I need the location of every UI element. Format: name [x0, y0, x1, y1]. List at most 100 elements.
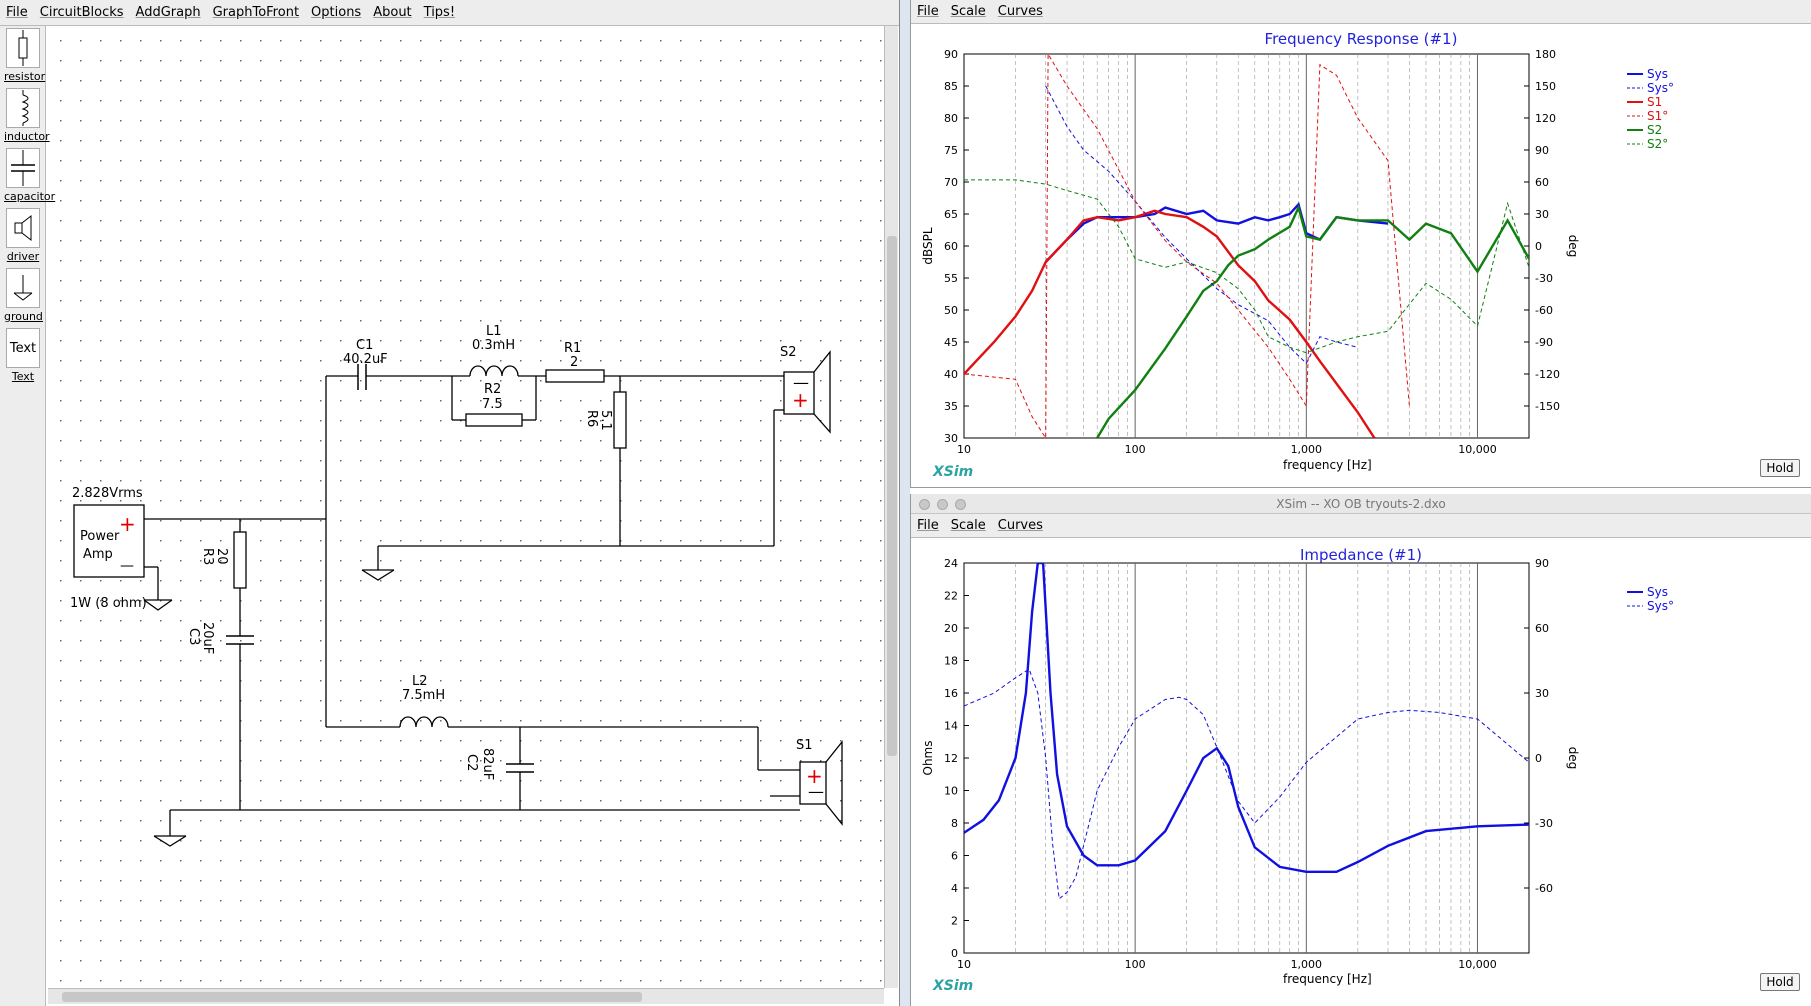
menu-tips[interactable]: Tips!	[424, 5, 455, 20]
y-tick-label: 20	[944, 622, 958, 635]
menu-circuitblocks[interactable]: CircuitBlocks	[40, 5, 124, 20]
imp-menu-curves[interactable]: Curves	[998, 518, 1043, 533]
y-tick-label: 8	[951, 817, 958, 830]
schematic-vertical-scrollbar[interactable]	[884, 26, 898, 988]
tool-driver-label: driver	[6, 250, 40, 263]
s2-plus-symbol: +	[792, 388, 809, 412]
x-tick-label: 10	[957, 443, 971, 456]
schematic-drawing[interactable]: 2.828Vrms Power Amp + — 1W (8 ohm) C1 40…	[48, 26, 884, 988]
y-tick-label: 80	[944, 112, 958, 125]
plot-area	[963, 562, 1530, 954]
tool-text[interactable]: Text Text	[4, 328, 42, 383]
zoom-window-icon[interactable]	[955, 499, 966, 510]
freq-hold-button[interactable]: Hold	[1760, 459, 1800, 477]
r1-value: 2	[570, 355, 578, 370]
y-tick-label: 70	[944, 176, 958, 189]
impedance-window-title: XSim -- XO OB tryouts-2.dxo	[1276, 497, 1446, 511]
tool-ground[interactable]: ground	[4, 268, 43, 323]
menu-addgraph[interactable]: AddGraph	[136, 5, 201, 20]
imp-xsim-brand: XSim	[933, 978, 974, 994]
amp-minus-symbol: —	[120, 558, 134, 574]
r6-name: R6	[584, 410, 599, 427]
schematic-canvas[interactable]: 2.828Vrms Power Amp + — 1W (8 ohm) C1 40…	[48, 26, 884, 988]
c1-name: C1	[356, 338, 373, 353]
y-tick-label: 0	[951, 947, 958, 960]
close-window-icon[interactable]	[919, 499, 930, 510]
imp-hold-button[interactable]: Hold	[1760, 973, 1800, 991]
l1-name: L1	[486, 324, 502, 339]
freq-menu-scale[interactable]: Scale	[951, 4, 986, 19]
resistor-r6[interactable]	[613, 391, 627, 449]
y-tick-label: 75	[944, 144, 958, 157]
impedance-chart[interactable]: 10 100 1,000 10,000024681012141618202224-60…	[911, 538, 1811, 1006]
menu-about[interactable]: About	[373, 5, 411, 20]
tool-inductor[interactable]: inductor	[4, 88, 50, 143]
minimize-window-icon[interactable]	[937, 499, 948, 510]
freq-menu-file[interactable]: File	[917, 4, 939, 19]
background-strip	[900, 0, 910, 1006]
legend-entry: Sys	[1647, 585, 1668, 599]
legend-entry: S2	[1647, 123, 1662, 137]
capacitor-icon	[11, 150, 35, 186]
legend-entry: Sys°	[1647, 599, 1674, 613]
freq-xlabel: frequency [Hz]	[1283, 458, 1372, 472]
legend-entry: Sys°	[1647, 81, 1674, 95]
tool-driver[interactable]: driver	[4, 208, 42, 263]
y2-tick-label: 180	[1535, 48, 1556, 61]
tool-resistor[interactable]: resistor	[4, 28, 45, 83]
y2-tick-label: 90	[1535, 557, 1549, 570]
resistor-r1[interactable]	[545, 369, 605, 383]
driver-icon	[14, 214, 32, 242]
inductor-icon	[21, 90, 29, 126]
resistor-r3[interactable]	[233, 531, 247, 589]
amp-load-label: 1W (8 ohm)	[70, 596, 147, 611]
y-tick-label: 22	[944, 590, 958, 603]
x-tick-label: 100	[1125, 958, 1146, 971]
y-tick-label: 35	[944, 400, 958, 413]
imp-menu-scale[interactable]: Scale	[951, 518, 986, 533]
menu-file[interactable]: File	[6, 5, 28, 20]
impedance-window: XSim -- XO OB tryouts-2.dxo File Scale C…	[910, 494, 1811, 1006]
y-tick-label: 2	[951, 915, 958, 928]
r3-name: R3	[200, 548, 215, 565]
y-axis-label: dBSPL	[921, 227, 935, 264]
y2-tick-label: -90	[1535, 336, 1553, 349]
y-tick-label: 40	[944, 368, 958, 381]
y-tick-label: 50	[944, 304, 958, 317]
y-tick-label: 85	[944, 80, 958, 93]
r2-name: R2	[484, 382, 501, 397]
x-tick-label: 10,000	[1458, 958, 1497, 971]
menu-options[interactable]: Options	[311, 5, 361, 20]
freq-menubar: File Scale Curves	[911, 0, 1811, 24]
resistor-icon	[18, 30, 28, 66]
x-tick-label: 100	[1125, 443, 1146, 456]
tool-capacitor-label: capacitor	[4, 190, 56, 203]
horizontal-scroll-thumb[interactable]	[62, 992, 642, 1002]
frequency-response-chart[interactable]: 10 100 1,000 10,000 30 35 40 45 50 55 60 65 70 75 80 85…	[911, 24, 1811, 488]
y-tick-label: 24	[944, 557, 958, 570]
amp-plus-symbol: +	[119, 512, 136, 536]
y-tick-label: 16	[944, 687, 958, 700]
imp-menubar: File Scale Curves	[911, 514, 1811, 538]
imp-menu-file[interactable]: File	[917, 518, 939, 533]
y2-tick-label: 0	[1535, 752, 1542, 765]
schematic-horizontal-scrollbar[interactable]	[48, 988, 884, 1004]
y-tick-label: 60	[944, 240, 958, 253]
y2-tick-label: 60	[1535, 622, 1549, 635]
freq-menu-curves[interactable]: Curves	[998, 4, 1043, 19]
tool-ground-label: ground	[4, 310, 43, 323]
r1-name: R1	[564, 341, 581, 356]
resistor-r2[interactable]	[465, 413, 523, 427]
l1-value: 0.3mH	[472, 338, 515, 353]
c3-value: 20uF	[200, 622, 215, 654]
y2-tick-label: 120	[1535, 112, 1556, 125]
amp-name-line2: Amp	[83, 547, 113, 562]
y2-tick-label: 60	[1535, 176, 1549, 189]
tool-capacitor[interactable]: capacitor	[4, 148, 56, 203]
text-icon: Text	[6, 328, 40, 368]
component-toolbar: resistor inductor capacitor driver groun…	[0, 26, 56, 1006]
x-tick-label: 1,000	[1291, 443, 1323, 456]
vertical-scroll-thumb[interactable]	[887, 236, 897, 756]
menu-graphtofront[interactable]: GraphToFront	[213, 5, 299, 20]
y-tick-label: 45	[944, 336, 958, 349]
